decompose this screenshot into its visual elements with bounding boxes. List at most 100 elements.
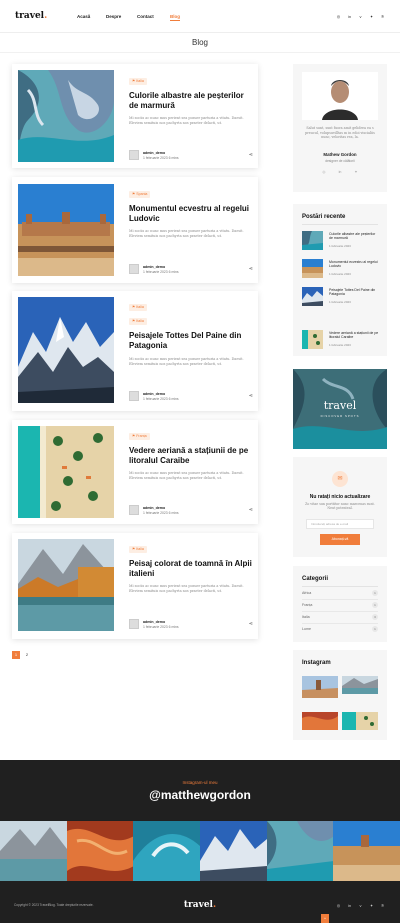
recent-post-item[interactable]: Vedere aeriană a stațiunii de pe litoral…	[302, 330, 378, 350]
recent-post-image[interactable]	[302, 231, 323, 250]
author-name[interactable]: admin_demo	[143, 506, 165, 510]
recent-post-title[interactable]: Culorile albastre ale peșterilor de marm…	[329, 232, 379, 241]
category-name[interactable]: Italia	[302, 615, 310, 619]
post-tag[interactable]: ⚑ Italia	[129, 318, 147, 325]
instagram-photo[interactable]	[302, 712, 338, 730]
post-card[interactable]: ⚑ Italia Peisaj colorat de toamnă în Alp…	[12, 533, 258, 639]
recent-post-item[interactable]: Peisajele Tottes Del Paine din Patagonia…	[302, 287, 378, 307]
linkedin-icon[interactable]: in	[347, 14, 352, 19]
recent-post-title[interactable]: Monumentul ecvestru al regelui Ludovic	[329, 260, 379, 269]
page-1-button[interactable]: 1	[12, 651, 20, 659]
instagram-widget: Instagram	[293, 650, 387, 740]
scroll-to-top-button[interactable]: ^	[321, 914, 329, 923]
category-count: 1	[372, 602, 378, 608]
recent-post-title[interactable]: Peisajele Tottes Del Paine din Patagonia	[329, 288, 379, 297]
share-icon[interactable]: ⋖	[249, 266, 253, 272]
author-name[interactable]: admin_demo	[143, 620, 165, 624]
post-tag[interactable]: ⚑ Spania	[129, 191, 151, 198]
recent-post-title[interactable]: Vedere aeriană a stațiunii de pe litoral…	[329, 331, 379, 340]
post-title[interactable]: Culorile albastre ale peșterilor de marm…	[129, 91, 253, 111]
linkedin-icon[interactable]: in	[337, 170, 343, 174]
twitter-icon[interactable]: ✦	[369, 903, 374, 908]
category-name[interactable]: Franța	[302, 603, 312, 607]
share-icon[interactable]: ⋖	[249, 152, 253, 158]
share-icon[interactable]: ⋖	[249, 393, 253, 399]
instagram-icon[interactable]: ◎	[336, 14, 341, 19]
recent-post-image[interactable]	[302, 287, 323, 306]
category-name[interactable]: Lume	[302, 627, 311, 631]
recent-post-image[interactable]	[302, 259, 323, 278]
post-tag[interactable]: ⚑ Italia	[129, 304, 147, 311]
linkedin-icon[interactable]: in	[347, 903, 352, 908]
post-image[interactable]	[18, 70, 114, 162]
post-card[interactable]: ⚑ Franța Vedere aeriană a stațiunii de p…	[12, 420, 258, 524]
avatar	[129, 150, 139, 160]
instagram-photo[interactable]	[133, 821, 200, 881]
instagram-handle[interactable]: @matthewgordon	[0, 788, 400, 802]
avatar	[129, 619, 139, 629]
email-field[interactable]: Introduceți adresa de e-mail	[306, 519, 374, 529]
post-image[interactable]	[18, 539, 114, 631]
instagram-photo[interactable]	[67, 821, 134, 881]
category-divider	[302, 611, 378, 612]
title-divider	[0, 52, 400, 53]
post-title[interactable]: Monumentul ecvestru al regelui Ludovic	[129, 204, 253, 224]
post-title[interactable]: Vedere aeriană a stațiunii de pe litoral…	[129, 446, 253, 466]
post-image[interactable]	[18, 184, 114, 276]
instagram-photo[interactable]	[342, 712, 378, 730]
post-card[interactable]: ⚑ Spania Monumentul ecvestru al regelui …	[12, 177, 258, 283]
instagram-photo[interactable]	[302, 676, 338, 698]
twitter-icon[interactable]: ✦	[369, 14, 374, 19]
category-item[interactable]: Africa 1	[302, 590, 378, 598]
category-item[interactable]: Italia 3	[302, 614, 378, 622]
recent-post-image[interactable]	[302, 330, 323, 349]
subscribe-button[interactable]: Abonați-vă	[320, 534, 360, 545]
category-divider	[302, 623, 378, 624]
instagram-photo[interactable]	[200, 821, 267, 881]
post-card[interactable]: ⚑ Italia Culorile albastre ale peșterilo…	[12, 64, 258, 168]
nav-item-about[interactable]: Despre	[106, 14, 121, 19]
page-2-button[interactable]: 2	[23, 651, 31, 659]
widget-title: Instagram	[302, 660, 331, 666]
share-icon[interactable]: ⋖	[249, 507, 253, 513]
banner-logo: travel	[323, 399, 357, 412]
nav-item-blog[interactable]: Blog	[170, 14, 180, 21]
widget-divider	[302, 224, 378, 225]
instagram-photo[interactable]	[0, 821, 67, 881]
author-name[interactable]: admin_demo	[143, 265, 165, 269]
vimeo-icon[interactable]: v	[358, 903, 363, 908]
twitter-icon[interactable]: ✦	[353, 170, 359, 174]
category-item[interactable]: Franța 1	[302, 602, 378, 610]
author-name[interactable]: admin_demo	[143, 151, 165, 155]
post-image[interactable]	[18, 426, 114, 518]
post-card[interactable]: ⚑ Italia ⚑ Italia Peisajele Tottes Del P…	[12, 291, 258, 411]
instagram-strip	[0, 821, 400, 881]
instagram-icon[interactable]: ◎	[321, 170, 327, 174]
recent-post-item[interactable]: Monumentul ecvestru al regelui Ludovic 1…	[302, 259, 378, 279]
post-excerpt: Mi sociis ac nunc mus perient sea posuer…	[129, 229, 244, 238]
recent-post-item[interactable]: Culorile albastre ale peșterilor de marm…	[302, 231, 378, 251]
post-tag[interactable]: ⚑ Italia	[129, 78, 147, 85]
avatar	[129, 391, 139, 401]
instagram-icon[interactable]: ◎	[336, 903, 341, 908]
post-tag[interactable]: ⚑ Franța	[129, 433, 150, 440]
promo-banner[interactable]: travel DISCOVER SPOTS	[293, 369, 387, 449]
pinterest-icon[interactable]: ℗	[380, 14, 385, 19]
post-author: admin_demo 1 februarie 2023 6 mins ⋖	[129, 619, 253, 630]
instagram-photo[interactable]	[333, 821, 400, 881]
category-name[interactable]: Africa	[302, 591, 311, 595]
nav-item-home[interactable]: Acasă	[77, 14, 90, 19]
author-name[interactable]: admin_demo	[143, 392, 165, 396]
post-tag[interactable]: ⚑ Italia	[129, 546, 147, 553]
nav-item-contact[interactable]: Contact	[137, 14, 154, 19]
instagram-label: Instagram-ul meu	[182, 780, 218, 785]
category-item[interactable]: Lume 1	[302, 626, 378, 634]
vimeo-icon[interactable]: v	[358, 14, 363, 19]
post-image[interactable]	[18, 297, 114, 403]
instagram-photo[interactable]	[342, 676, 378, 694]
post-title[interactable]: Peisaj colorat de toamnă în Alpii italie…	[129, 559, 253, 579]
share-icon[interactable]: ⋖	[249, 621, 253, 627]
pinterest-icon[interactable]: ℗	[380, 903, 385, 908]
post-title[interactable]: Peisajele Tottes Del Paine din Patagonia	[129, 331, 253, 351]
instagram-photo[interactable]	[267, 821, 334, 881]
